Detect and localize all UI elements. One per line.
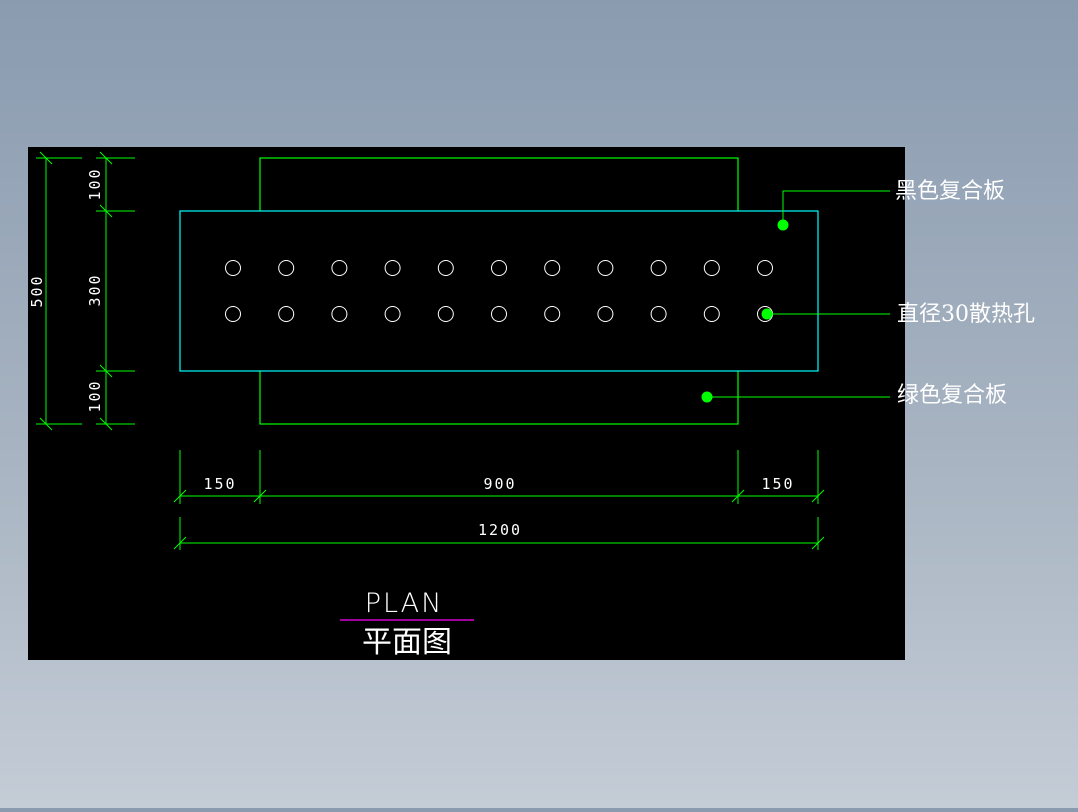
dim-top-margin: 100: [86, 167, 104, 200]
dim-total-height: 500: [28, 274, 46, 307]
dim-left-margin: 150: [203, 475, 236, 493]
title-chinese: 平面图: [362, 625, 452, 660]
dim-bottom-margin: 100: [86, 379, 104, 412]
callout-green-panel: 绿色复合板: [897, 383, 1007, 408]
callout-dot-black-panel: [777, 219, 789, 231]
drawing-canvas[interactable]: 500 100 300 100 150 900 150 1200 黑色复合板 直…: [0, 0, 1078, 808]
cad-viewport[interactable]: 500 100 300 100 150 900 150 1200 黑色复合板 直…: [0, 0, 1078, 808]
black-composite-panel: [179, 210, 819, 372]
callout-dot-holes: [761, 308, 773, 320]
callout-dot-green-panel: [701, 391, 713, 403]
dim-center-width: 900: [483, 475, 516, 493]
title-english: PLAN: [365, 588, 444, 619]
callout-black-panel: 黑色复合板: [895, 179, 1005, 204]
dim-total-width: 1200: [478, 521, 522, 539]
callout-holes: 直径30散热孔: [897, 302, 1035, 327]
dim-right-margin: 150: [761, 475, 794, 493]
dim-middle: 300: [86, 273, 104, 306]
